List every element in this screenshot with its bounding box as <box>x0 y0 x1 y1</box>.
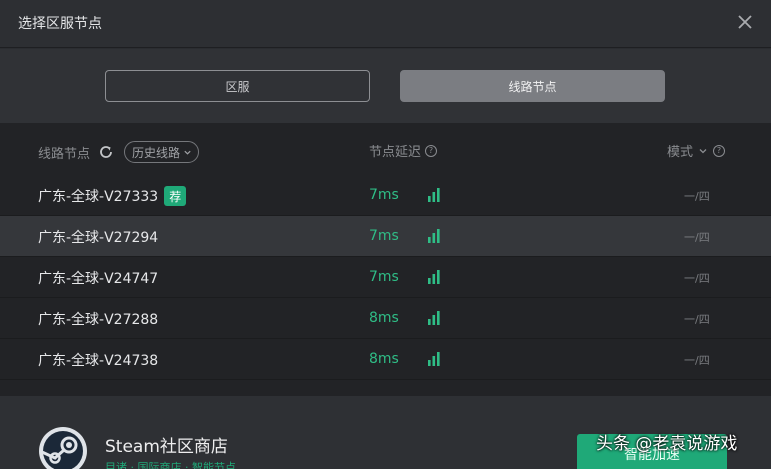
node-latency: 8ms <box>369 310 399 326</box>
node-latency: 8ms <box>369 351 399 367</box>
node-latency: 7ms <box>369 187 399 203</box>
node-rows: 广东-全球-V27333 荐 7ms 一/四 广东-全球-V27294 7ms … <box>0 175 771 380</box>
node-name: 广东-全球-V27288 <box>38 312 159 328</box>
header-latency: 节点延迟 ? <box>369 141 438 160</box>
signal-icon <box>428 270 440 284</box>
table-row[interactable]: 广东-全球-V27333 荐 7ms 一/四 <box>0 175 771 216</box>
node-latency: 7ms <box>369 269 399 285</box>
history-label: 历史线路 <box>132 145 181 160</box>
chevron-down-icon <box>184 150 191 155</box>
list-header: 线路节点 历史线路 节点延迟 ? 模式 ? <box>0 123 771 175</box>
node-name: 广东-全球-V24747 <box>38 271 159 287</box>
node-list: 线路节点 历史线路 节点延迟 ? 模式 ? 广东-全球-V27333 荐 7ms… <box>0 123 771 396</box>
dialog-title: 选择区服节点 <box>18 16 102 32</box>
signal-icon <box>428 352 440 366</box>
node-latency: 7ms <box>369 228 399 244</box>
tab-region[interactable]: 区服 <box>105 70 370 102</box>
history-dropdown[interactable]: 历史线路 <box>124 141 200 163</box>
header-mode-label: 模式 <box>667 145 694 160</box>
refresh-button[interactable] <box>98 144 114 160</box>
close-button[interactable] <box>731 8 759 36</box>
refresh-icon <box>100 146 112 158</box>
segment-area: 区服 线路节点 <box>0 49 771 123</box>
title-bar: 选择区服节点 <box>0 0 771 48</box>
signal-icon <box>428 311 440 325</box>
signal-icon <box>428 229 440 243</box>
node-name-cell: 广东-全球-V24747 <box>38 268 158 288</box>
table-row[interactable]: 广东-全球-V24738 8ms 一/四 <box>0 339 771 380</box>
node-name-cell: 广东-全球-V27333 荐 <box>38 186 187 206</box>
node-mode: 一/四 <box>684 190 710 203</box>
close-icon <box>738 15 752 29</box>
chevron-down-icon <box>699 148 707 153</box>
node-mode: 一/四 <box>684 272 710 285</box>
app-subtitle: 目诸 · 国际商店 · 智能节点 <box>105 461 236 469</box>
node-name-cell: 广东-全球-V24738 <box>38 350 158 370</box>
node-name-cell: 广东-全球-V27294 <box>38 227 158 247</box>
help-icon[interactable]: ? <box>713 144 726 157</box>
help-icon[interactable]: ? <box>425 144 438 157</box>
table-row[interactable]: 广东-全球-V24747 7ms 一/四 <box>0 257 771 298</box>
node-mode: 一/四 <box>684 231 710 244</box>
node-name-cell: 广东-全球-V27288 <box>38 309 158 329</box>
node-mode: 一/四 <box>684 313 710 326</box>
start-accelerate-button[interactable]: 智能加速 <box>577 434 727 469</box>
header-node: 线路节点 历史线路 <box>38 141 200 163</box>
signal-icon <box>428 188 440 202</box>
node-name: 广东-全球-V27333 <box>38 189 159 205</box>
tab-line-nodes[interactable]: 线路节点 <box>400 70 665 102</box>
app-name: Steam社区商店 <box>105 437 228 457</box>
node-mode: 一/四 <box>684 354 710 367</box>
steam-logo <box>39 427 87 469</box>
header-mode[interactable]: 模式 ? <box>667 141 726 160</box>
table-row[interactable]: 广东-全球-V27294 7ms 一/四 <box>0 216 771 257</box>
recommend-badge: 荐 <box>164 186 187 206</box>
header-latency-label: 节点延迟 <box>369 145 422 160</box>
header-node-label: 线路节点 <box>38 146 91 162</box>
node-name: 广东-全球-V24738 <box>38 353 159 369</box>
table-row[interactable]: 广东-全球-V27288 8ms 一/四 <box>0 298 771 339</box>
node-name: 广东-全球-V27294 <box>38 230 159 246</box>
footer-bar: Steam社区商店 目诸 · 国际商店 · 智能节点 智能加速 <box>0 396 771 469</box>
